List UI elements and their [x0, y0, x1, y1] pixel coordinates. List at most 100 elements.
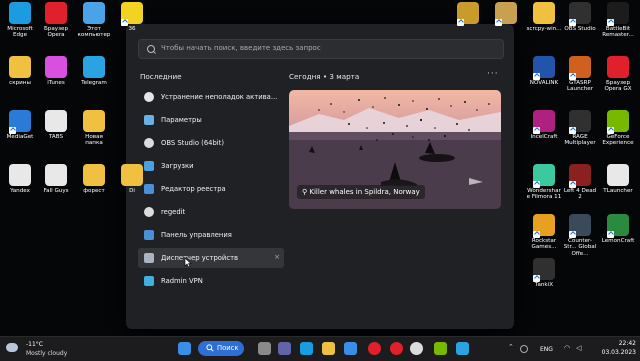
desktop-icon-label: MediaGet — [6, 134, 34, 140]
recent-item-label: Загрузки — [161, 162, 194, 170]
weather-widget[interactable]: -11°C Mostly cloudy — [4, 339, 74, 359]
opera-icon[interactable] — [368, 342, 381, 355]
desktop-icon-right-0[interactable] — [450, 2, 486, 26]
desktop-icon-label: Rockstar Games... — [531, 238, 557, 251]
shortcut-arrow-icon — [569, 73, 576, 80]
shortcut-arrow-icon — [569, 231, 576, 238]
desktop-icon-label: Left 4 Dead 2 — [563, 188, 597, 201]
clock-time[interactable]: 22:42 — [606, 340, 636, 347]
edge-icon[interactable] — [300, 342, 313, 355]
recent-item[interactable]: Панель управления — [138, 225, 284, 245]
desktop-icon-right-12[interactable]: Left 4 Dead 2 — [562, 164, 598, 201]
desktop-icon-label: Браузер Opera GX — [604, 80, 632, 93]
featured-image-card[interactable]: ⚲ Killer whales in Spildra, Norway — [289, 90, 501, 209]
desktop-icon-5[interactable]: iTunes — [38, 56, 74, 86]
clock-date[interactable]: 03.03.2023 — [597, 349, 636, 356]
desktop-icon-12[interactable]: форест — [76, 164, 112, 194]
desktop-icon-label: BattleBit Remaster... — [602, 26, 634, 39]
desktop-icon-right-5[interactable]: NOVALINK — [526, 56, 562, 86]
recent-item[interactable]: Устранение неполадок актива... — [138, 87, 284, 107]
wifi-icon[interactable]: ◠ — [564, 344, 570, 352]
nvidia-icon[interactable] — [434, 342, 447, 355]
image-caption-text: Killer whales in Spildra, Norway — [309, 188, 420, 196]
desktop-icon-right-11[interactable]: Wondershare Filmora 11 — [526, 164, 562, 201]
desktop-icon-11[interactable]: Fall Guys — [38, 164, 74, 194]
desktop-icon-8[interactable]: TABS — [38, 110, 74, 140]
desktop-icon-right-2[interactable]: scrcpy-win... — [526, 2, 562, 32]
desktop-icon-right-6[interactable]: GTASRP Launcher — [562, 56, 598, 93]
search-placeholder: Чтобы начать поиск, введите здесь запрос — [161, 44, 321, 52]
desktop-icon-label: Counter-Str... Global Offe... — [563, 238, 597, 257]
desktop-icon-label: TLauncher — [603, 188, 633, 194]
desktop-icon-right-7[interactable]: Браузер Opera GX — [600, 56, 636, 93]
desktop-icon-13[interactable]: Di — [114, 164, 150, 194]
desktop-icon-label: OBS Studio — [564, 26, 596, 32]
language-indicator[interactable]: ENG — [540, 346, 553, 353]
desktop-icon-label: Fall Guys — [43, 188, 69, 194]
shortcut-arrow-icon — [533, 73, 540, 80]
minecraft-icon — [533, 110, 555, 134]
filmora-icon — [533, 164, 555, 188]
desktop-icon-label: Браузер Opera — [43, 26, 69, 39]
desktop-icon-right-4[interactable]: BattleBit Remaster... — [600, 2, 636, 39]
folder-icon — [121, 164, 143, 186]
shortcut-arrow-icon — [533, 181, 540, 188]
desktop-icon-right-13[interactable]: TLauncher — [600, 164, 636, 194]
desktop-icon-10[interactable]: Yandex — [2, 164, 38, 194]
weather-desc: Mostly cloudy — [26, 350, 68, 357]
desktop-icon-label: скрины — [9, 80, 31, 86]
speaker-icon[interactable]: ◁ — [576, 344, 581, 352]
recent-item[interactable]: Диспетчер устройств × — [138, 248, 284, 268]
desktop-icon-right-17[interactable]: TankiX — [526, 258, 562, 288]
recent-item[interactable]: Редактор реестра — [138, 179, 284, 199]
teams-icon[interactable] — [278, 342, 291, 355]
app-icon[interactable] — [456, 342, 469, 355]
explorer-icon[interactable] — [322, 342, 335, 355]
recent-item[interactable]: regedit — [138, 202, 284, 222]
gta-icon — [569, 56, 591, 80]
desktop-icon-9[interactable]: Новая папка — [76, 110, 112, 147]
obs-icon[interactable] — [410, 342, 423, 355]
search-box[interactable]: Чтобы начать поиск, введите здесь запрос — [138, 39, 504, 59]
shortcut-arrow-icon — [569, 19, 576, 26]
store-icon[interactable] — [344, 342, 357, 355]
remove-recent-button[interactable]: × — [274, 253, 280, 261]
chevron-up-icon[interactable]: ⌃ — [508, 343, 514, 351]
file-icon — [45, 164, 67, 186]
recent-item[interactable]: Radmin VPN — [138, 271, 284, 291]
desktop-icon-label: Microsoft Edge — [7, 26, 33, 39]
desktop-icon-0[interactable]: Microsoft Edge — [2, 2, 38, 39]
recent-item[interactable]: Загрузки — [138, 156, 284, 176]
task-view-icon[interactable] — [258, 342, 271, 355]
desktop-icon-right-10[interactable]: GeForce Experience — [600, 110, 636, 147]
desktop-icon-right-16[interactable]: LemonCraft — [600, 214, 636, 244]
desktop-icon-6[interactable]: Telegram — [76, 56, 112, 86]
desktop-icon-right-14[interactable]: Rockstar Games... — [526, 214, 562, 251]
desktop-icon-right-8[interactable]: IncelCraft — [526, 110, 562, 140]
onedrive-icon[interactable] — [520, 345, 528, 353]
desktop-icon-right-1[interactable] — [488, 2, 524, 26]
obs-icon — [569, 2, 591, 26]
desktop-icon-label: RAGE Multiplayer — [564, 134, 596, 147]
desktop-icon-right-3[interactable]: OBS Studio — [562, 2, 598, 32]
desktop-icon-right-15[interactable]: Counter-Str... Global Offe... — [562, 214, 598, 257]
recent-item-label: Radmin VPN — [161, 277, 203, 285]
taskbar-search-button[interactable]: Поиск — [198, 341, 244, 356]
opera-gx-icon[interactable] — [390, 342, 403, 355]
more-options-button[interactable]: ··· — [487, 69, 499, 79]
desktop-icon-4[interactable]: скрины — [2, 56, 38, 86]
windows-icon[interactable] — [178, 342, 191, 355]
gear-icon — [144, 115, 154, 125]
location-pin-icon: ⚲ — [302, 188, 308, 196]
recent-item[interactable]: Параметры — [138, 110, 284, 130]
shortcut-arrow-icon — [457, 19, 464, 26]
desktop-icon-7[interactable]: MediaGet — [2, 110, 38, 140]
game-icon — [607, 2, 629, 26]
desktop-icon-right-9[interactable]: RAGE Multiplayer — [562, 110, 598, 147]
desktop-icon-2[interactable]: Этот компьютер — [76, 2, 112, 39]
desktop-icon-3[interactable]: 36 — [114, 2, 150, 32]
weather-temp: -11°C — [26, 341, 43, 348]
desktop-icon-1[interactable]: Браузер Opera — [38, 2, 74, 39]
recent-item[interactable]: OBS Studio (64bit) — [138, 133, 284, 153]
desktop-icon-label: GTASRP Launcher — [567, 80, 593, 93]
